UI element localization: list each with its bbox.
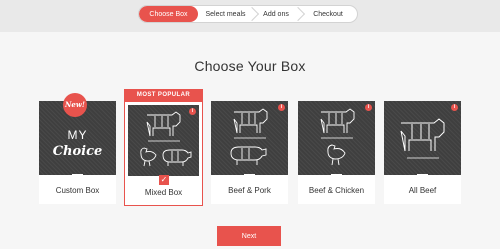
animal-illustration — [230, 108, 268, 165]
box-label: Beef & Chicken — [308, 186, 365, 195]
animal-illustration — [400, 118, 445, 159]
animal-illustration — [140, 111, 192, 167]
chicken-icon — [327, 144, 346, 166]
cow-icon — [233, 108, 268, 134]
step-label: Add ons — [263, 10, 289, 18]
box-label: Mixed Box — [144, 188, 183, 197]
animal-illustration — [320, 108, 355, 166]
checkbox[interactable] — [72, 174, 83, 183]
checkbox-checked[interactable]: ✓ — [159, 175, 169, 185]
my-text: MY — [67, 128, 88, 142]
checkbox[interactable] — [417, 174, 428, 183]
step-progress-nav: Choose Box Select meals Add ons Checkout — [138, 5, 358, 23]
checkbox[interactable] — [244, 174, 255, 183]
box-card-all-beef[interactable]: i All Beef — [384, 101, 461, 204]
box-art: i — [128, 105, 199, 176]
box-label: Custom Box — [55, 186, 100, 195]
box-label: All Beef — [408, 186, 437, 195]
box-art: i — [298, 101, 375, 175]
box-card-beef-chicken[interactable]: i Beef & Chicken — [298, 101, 375, 204]
choice-text: Choice — [52, 144, 103, 159]
most-popular-ribbon: MOST POPULAR — [124, 89, 203, 101]
top-bar: Choose Box Select meals Add ons Checkout — [0, 0, 500, 32]
step-label: Select meals — [205, 10, 246, 18]
step-choose-box[interactable]: Choose Box — [139, 6, 198, 22]
chicken-icon — [140, 147, 157, 167]
step-select-meals[interactable]: Select meals — [198, 6, 260, 22]
cow-icon — [400, 118, 445, 152]
step-label: Checkout — [313, 10, 343, 18]
step-checkout[interactable]: Checkout — [299, 6, 357, 22]
box-art: New! MY Choice — [39, 93, 116, 175]
step-add-ons[interactable]: Add ons — [253, 6, 306, 22]
cow-icon — [320, 108, 355, 134]
box-card-beef-pork[interactable]: i Beef & Pork — [211, 101, 288, 204]
pig-icon — [162, 149, 192, 166]
box-art: i — [211, 101, 288, 175]
box-label: Beef & Pork — [228, 186, 271, 195]
box-card-custom[interactable]: New! MY Choice Custom Box — [39, 93, 116, 204]
cow-icon — [146, 111, 181, 137]
pig-icon — [230, 146, 267, 165]
page-title: Choose Your Box — [194, 58, 306, 74]
next-button[interactable]: Next — [217, 226, 281, 246]
box-art: i — [384, 101, 461, 175]
new-badge: New! — [63, 93, 87, 117]
box-card-mixed[interactable]: i ✓ Mixed Box — [124, 101, 203, 206]
checkbox[interactable] — [331, 174, 342, 183]
step-label: Choose Box — [149, 10, 188, 18]
